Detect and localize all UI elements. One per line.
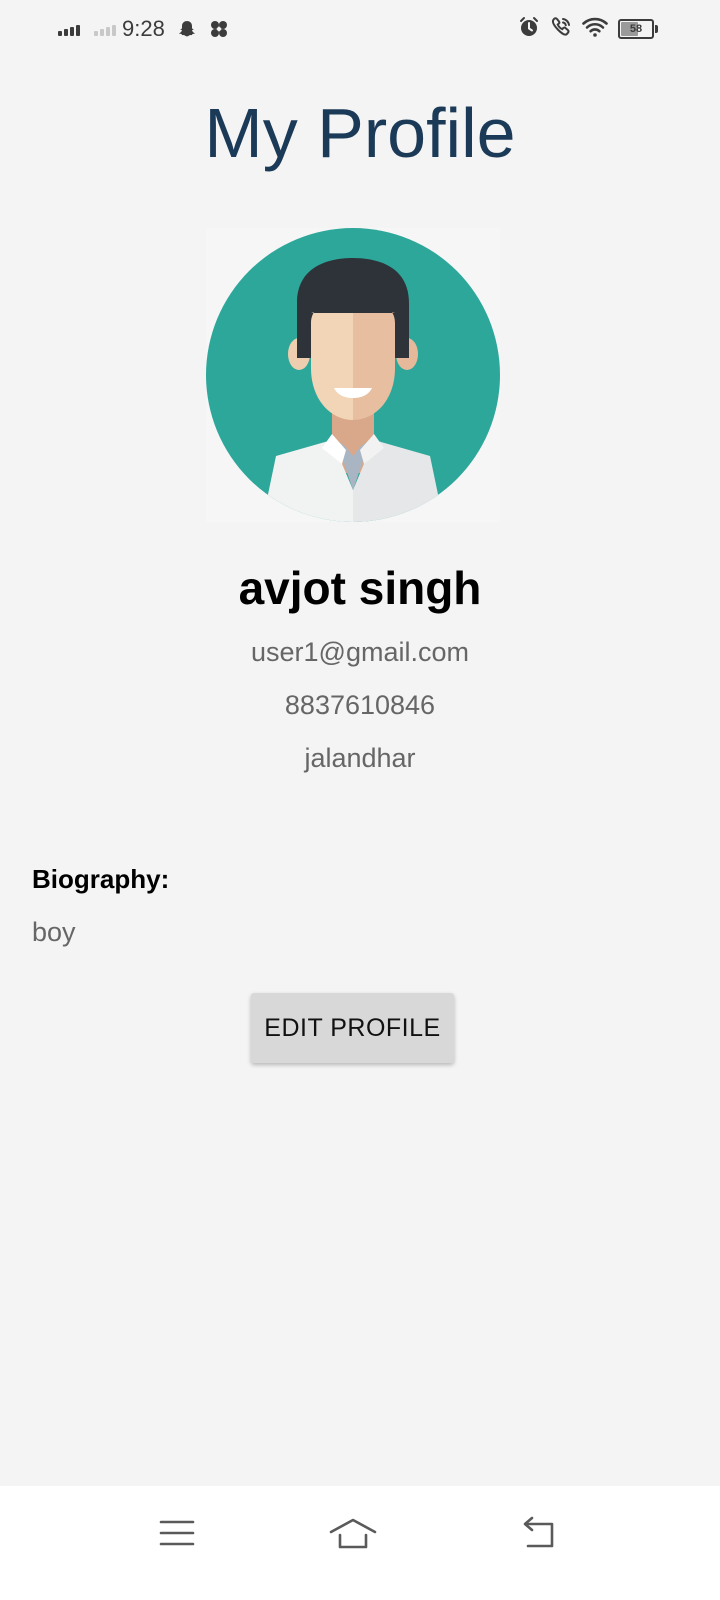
signal-bars-dim-icon — [94, 22, 116, 36]
status-bar-left: 9:28 — [58, 14, 229, 44]
battery-level: 58 — [629, 23, 643, 35]
profile-avatar[interactable] — [206, 228, 500, 522]
signal-bars-icon — [58, 22, 80, 36]
menu-icon — [159, 1520, 195, 1546]
fan-icon — [209, 19, 229, 39]
navigation-bar — [0, 1486, 720, 1600]
avatar-illustration — [206, 228, 500, 522]
edit-profile-button[interactable]: EDIT PROFILE — [251, 993, 454, 1063]
user-name: avjot singh — [238, 562, 482, 614]
alarm-clock-icon — [518, 16, 540, 43]
biography-text: boy — [32, 917, 76, 947]
wifi-calling-icon — [550, 16, 572, 43]
status-bar-right: 58 — [518, 14, 658, 44]
home-icon — [329, 1518, 377, 1549]
user-phone: 8837610846 — [284, 690, 436, 720]
nav-home-button[interactable] — [323, 1508, 383, 1558]
page-title: My Profile — [204, 94, 516, 172]
snapchat-ghost-icon — [177, 19, 197, 39]
status-time: 9:28 — [122, 16, 165, 41]
battery-icon: 58 — [618, 19, 658, 39]
nav-back-button[interactable] — [508, 1508, 568, 1558]
status-bar: 9:28 58 — [0, 0, 720, 58]
wifi-icon — [582, 17, 608, 42]
user-email: user1@gmail.com — [251, 637, 469, 667]
user-city: jalandhar — [304, 743, 416, 773]
nav-menu-button[interactable] — [147, 1508, 207, 1558]
biography-label: Biography: — [32, 864, 170, 894]
back-icon — [523, 1516, 554, 1548]
